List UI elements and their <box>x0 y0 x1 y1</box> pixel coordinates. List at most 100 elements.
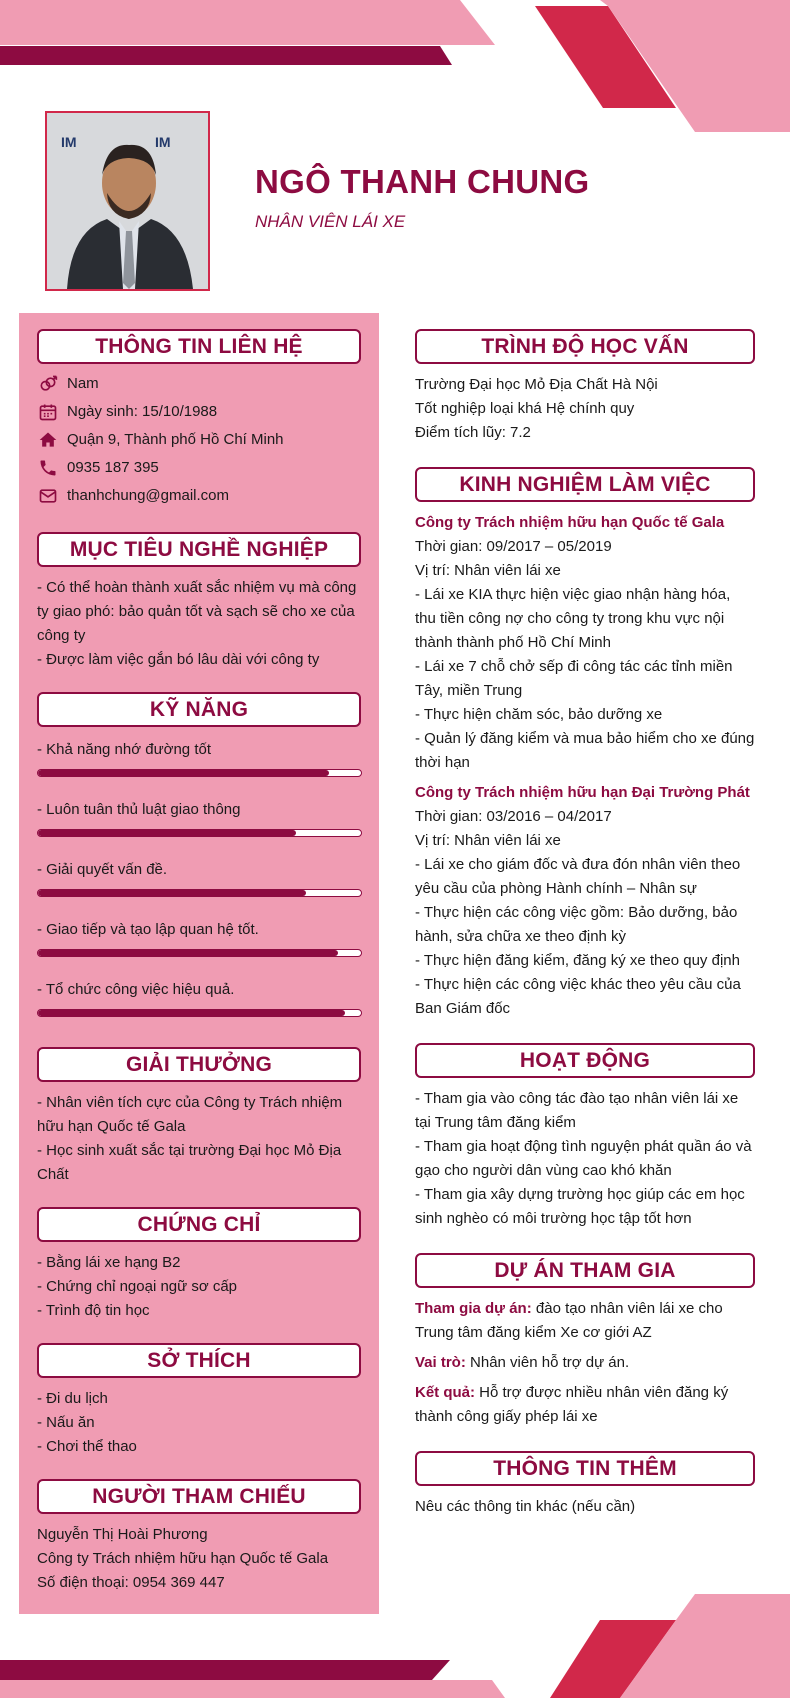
hobbies-heading: SỞ THÍCH <box>37 1343 361 1378</box>
skill-label: - Tổ chức công việc hiệu quả. <box>37 981 235 998</box>
project-label: Tham gia dự án: <box>415 1300 532 1317</box>
education-body: Trường Đại học Mỏ Địa Chất Hà Nội Tốt ng… <box>415 364 755 445</box>
certificates-heading: CHỨNG CHỈ <box>37 1207 361 1242</box>
skill-item: - Giải quyết vấn đề. <box>37 855 362 897</box>
reference-line: Công ty Trách nhiệm hữu hạn Quốc tế Gala <box>37 1550 329 1567</box>
job-line: - Lái xe cho giám đốc và đưa đón nhân vi… <box>415 856 741 897</box>
award-line: - Học sinh xuất sắc tại trường Đại học M… <box>37 1142 342 1183</box>
skill-bar <box>37 889 362 897</box>
skill-bar <box>37 949 362 957</box>
certificate-line: - Chứng chỉ ngoại ngữ sơ cấp <box>37 1278 238 1295</box>
activities-heading: HOẠT ĐỘNG <box>415 1043 755 1078</box>
job-line: - Thực hiện các công việc gồm: Bảo dưỡng… <box>415 904 738 945</box>
objective-heading: MỤC TIÊU NGHỀ NGHIỆP <box>37 532 361 567</box>
skill-label: - Giao tiếp và tạo lập quan hệ tốt. <box>37 921 259 938</box>
activity-line: - Tham gia hoạt động tình nguyện phát qu… <box>415 1138 752 1179</box>
skills-heading: KỸ NĂNG <box>37 692 361 727</box>
activity-line: - Tham gia xây dựng trường học giúp các … <box>415 1186 745 1227</box>
skill-item: - Giao tiếp và tạo lập quan hệ tốt. <box>37 915 362 957</box>
right-column: TRÌNH ĐỘ HỌC VẤN Trường Đại học Mỏ Địa C… <box>415 329 755 1519</box>
job-line: Vị trí: Nhân viên lái xe <box>415 562 561 579</box>
objective-body: - Có thể hoàn thành xuất sắc nhiệm vụ mà… <box>37 567 361 672</box>
education-heading: TRÌNH ĐỘ HỌC VẤN <box>415 329 755 364</box>
skill-bar <box>37 829 362 837</box>
skill-label: - Giải quyết vấn đề. <box>37 861 168 878</box>
job-line: Thời gian: 09/2017 – 05/2019 <box>415 538 612 555</box>
awards-heading: GIẢI THƯỞNG <box>37 1047 361 1082</box>
extra-heading: THÔNG TIN THÊM <box>415 1451 755 1486</box>
education-line: Điểm tích lũy: 7.2 <box>415 424 531 441</box>
activities-body: - Tham gia vào công tác đào tạo nhân viê… <box>415 1078 755 1231</box>
skill-label: - Luôn tuân thủ luật giao thông <box>37 801 241 818</box>
job-line: - Quản lý đăng kiểm và mua bảo hiểm cho … <box>415 730 755 771</box>
hobbies-body: - Đi du lịch - Nấu ăn - Chơi thể thao <box>37 1378 361 1459</box>
objective-line: - Được làm việc gắn bó lâu dài với công … <box>37 651 320 668</box>
references-heading: NGƯỜI THAM CHIẾU <box>37 1479 361 1514</box>
education-line: Trường Đại học Mỏ Địa Chất Hà Nội <box>415 376 658 393</box>
job-line: - Thực hiện đăng kiểm, đăng ký xe theo q… <box>415 952 740 969</box>
skill-bar-fill <box>38 950 339 956</box>
calendar-icon <box>37 401 59 423</box>
job-line: - Thực hiện các công việc khác theo yêu … <box>415 976 741 1017</box>
contact-address-text: Quận 9, Thành phố Hồ Chí Minh <box>67 431 284 448</box>
reference-line: Số điện thoại: 0954 369 447 <box>37 1574 225 1591</box>
projects-heading: DỰ ÁN THAM GIA <box>415 1253 755 1288</box>
project-item: Kết quả: Hỗ trợ được nhiều nhân viên đăn… <box>415 1381 755 1429</box>
phone-icon <box>37 457 59 479</box>
project-item: Vai trò: Nhân viên hỗ trợ dự án. <box>415 1351 755 1375</box>
reference-line: Nguyễn Thị Hoài Phương <box>37 1526 208 1543</box>
contact-phone: 0935 187 395 <box>37 454 361 482</box>
home-icon <box>37 429 59 451</box>
job-company: Công ty Trách nhiệm hữu hạn Quốc tế Gala <box>415 514 725 531</box>
certificates-body: - Bằng lái xe hạng B2 - Chứng chỉ ngoại … <box>37 1242 361 1323</box>
job-company: Công ty Trách nhiệm hữu hạn Đại Trường P… <box>415 784 750 801</box>
job-line: Thời gian: 03/2016 – 04/2017 <box>415 808 612 825</box>
svg-text:IM: IM <box>155 134 171 150</box>
job-line: - Thực hiện chăm sóc, bảo dưỡng xe <box>415 706 663 723</box>
project-text: Nhân viên hỗ trợ dự án. <box>465 1354 630 1371</box>
skill-bar <box>37 769 362 777</box>
education-line: Tốt nghiệp loại khá Hệ chính quy <box>415 400 635 417</box>
project-item: Tham gia dự án: đào tạo nhân viên lái xe… <box>415 1297 755 1345</box>
objective-line: - Có thể hoàn thành xuất sắc nhiệm vụ mà… <box>37 579 357 644</box>
gender-icon <box>37 373 59 395</box>
skill-label: - Khả năng nhớ đường tốt <box>37 741 211 758</box>
job-title: NHÂN VIÊN LÁI XE <box>255 212 406 231</box>
skill-bar-fill <box>38 830 297 836</box>
projects-body: Tham gia dự án: đào tạo nhân viên lái xe… <box>415 1288 755 1429</box>
contact-email-text: thanhchung@gmail.com <box>67 487 229 504</box>
project-label: Kết quả: <box>415 1384 475 1401</box>
project-label: Vai trò: <box>415 1354 466 1371</box>
candidate-name: NGÔ THANH CHUNG <box>255 163 590 200</box>
references-body: Nguyễn Thị Hoài Phương Công ty Trách nhi… <box>37 1514 361 1595</box>
skills-list: - Khả năng nhớ đường tốt - Luôn tuân thủ… <box>37 727 362 1017</box>
contact-gender-text: Nam <box>67 375 99 392</box>
experience-body: Công ty Trách nhiệm hữu hạn Quốc tế Gala… <box>415 502 755 1021</box>
skill-bar-fill <box>38 770 329 776</box>
contact-phone-text: 0935 187 395 <box>67 459 159 476</box>
skill-item: - Luôn tuân thủ luật giao thông <box>37 795 362 837</box>
certificate-line: - Trình độ tin học <box>37 1302 150 1319</box>
activity-line: - Tham gia vào công tác đào tạo nhân viê… <box>415 1090 739 1131</box>
svg-text:IM: IM <box>61 134 77 150</box>
email-icon <box>37 485 59 507</box>
certificate-line: - Bằng lái xe hạng B2 <box>37 1254 181 1271</box>
skill-item: - Khả năng nhớ đường tốt <box>37 735 362 777</box>
contact-heading: THÔNG TIN LIÊN HỆ <box>37 329 361 364</box>
job-line: Vị trí: Nhân viên lái xe <box>415 832 561 849</box>
job-line: - Lái xe KIA thực hiện việc giao nhận hà… <box>415 586 731 651</box>
hobby-line: - Chơi thể thao <box>37 1438 137 1455</box>
skill-item: - Tổ chức công việc hiệu quả. <box>37 975 362 1017</box>
skill-bar-fill <box>38 1010 345 1016</box>
contact-address: Quận 9, Thành phố Hồ Chí Minh <box>37 426 361 454</box>
skill-bar <box>37 1009 362 1017</box>
job-line: - Lái xe 7 chỗ chở sếp đi công tác các t… <box>415 658 733 699</box>
award-line: - Nhân viên tích cực của Công ty Trách n… <box>37 1094 343 1135</box>
contact-birthday: Ngày sinh: 15/10/1988 <box>37 398 361 426</box>
extra-body: Nêu các thông tin khác (nếu cần) <box>415 1486 755 1519</box>
extra-text: Nêu các thông tin khác (nếu cần) <box>415 1498 636 1515</box>
awards-body: - Nhân viên tích cực của Công ty Trách n… <box>37 1082 361 1187</box>
left-column: THÔNG TIN LIÊN HỆ Nam Ngày sinh: 15/10/1… <box>37 329 362 1595</box>
experience-heading: KINH NGHIỆM LÀM VIỆC <box>415 467 755 502</box>
contact-gender: Nam <box>37 370 361 398</box>
